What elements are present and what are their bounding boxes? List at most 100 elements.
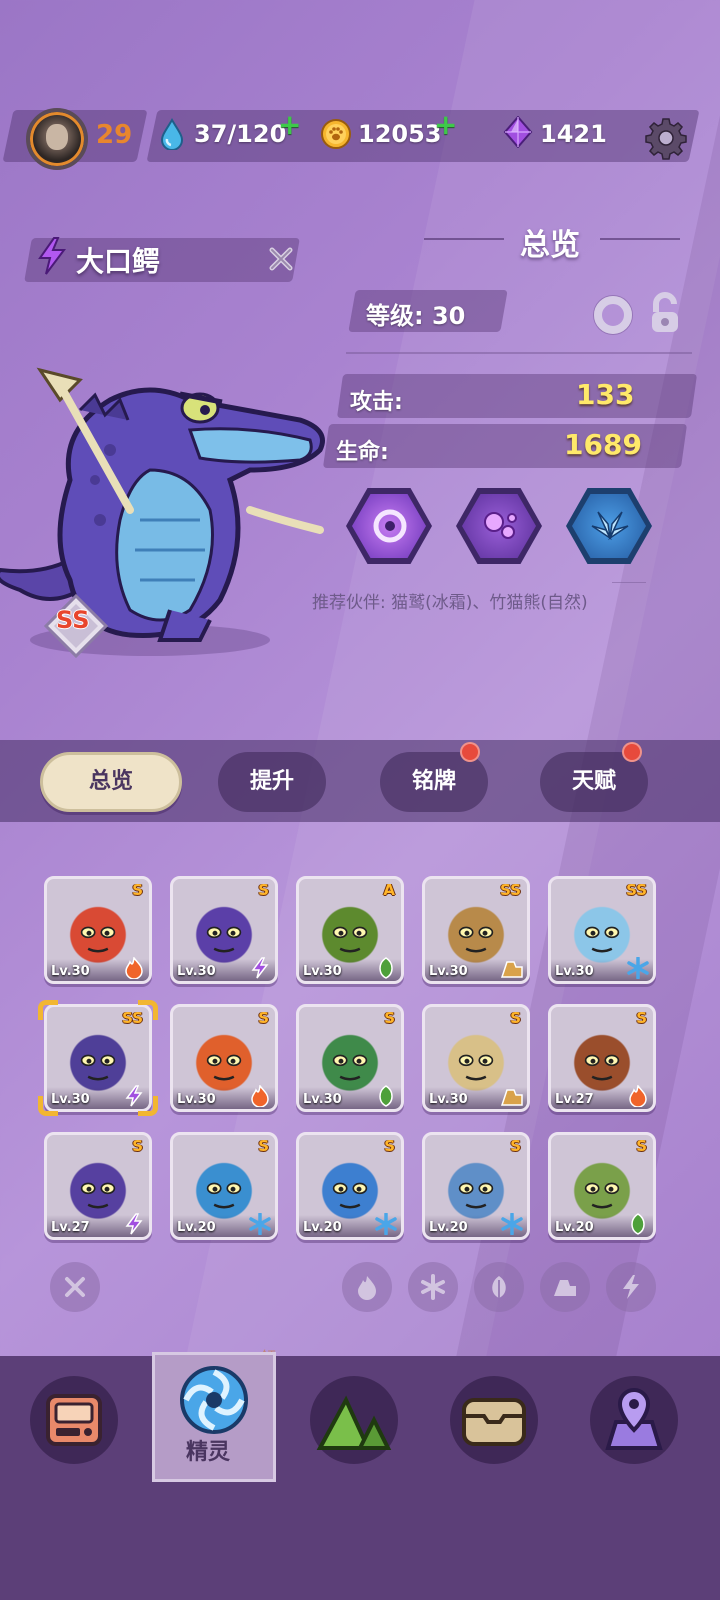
nav-shop-button[interactable] (30, 1376, 118, 1464)
hp-value: 1689 (564, 428, 642, 461)
pet-card[interactable]: Lv.27 S (44, 1132, 152, 1240)
pet-rank: S (636, 1137, 647, 1155)
ring-icon[interactable] (594, 296, 632, 334)
player-avatar[interactable] (26, 108, 88, 170)
selection-corner (138, 1096, 158, 1116)
pet-card[interactable]: Lv.30 S (422, 1004, 530, 1112)
filter-fire-button[interactable] (342, 1262, 392, 1312)
pet-rank: S (510, 1137, 521, 1155)
filter-leaf-button[interactable] (474, 1262, 524, 1312)
ice-icon (627, 957, 649, 979)
coins-value: 12053 (358, 120, 442, 148)
swirl-icon (373, 509, 407, 543)
talent-notification-dot (622, 742, 642, 762)
lightning-icon (623, 1275, 639, 1299)
pet-rank: S (132, 1137, 143, 1155)
filter-lightning-button[interactable] (606, 1262, 656, 1312)
close-icon (65, 1277, 85, 1297)
pet-card[interactable]: Lv.27 S (548, 1004, 656, 1112)
leaf-icon (379, 957, 393, 979)
shop-icon (46, 1394, 102, 1446)
overview-title: 总览 (520, 228, 580, 263)
pet-level: Lv.27 (555, 1092, 594, 1107)
earth-icon (501, 961, 523, 978)
pet-rank: A (383, 881, 395, 899)
ice-icon (421, 1274, 445, 1300)
title-ornament-right (600, 238, 680, 240)
nav-map-button[interactable] (590, 1376, 678, 1464)
unlock-icon[interactable] (646, 292, 684, 334)
nameplate-notification-dot (460, 742, 480, 762)
wings-icon (591, 511, 629, 541)
selection-corner (38, 1000, 58, 1020)
selection-corner (38, 1096, 58, 1116)
pet-rank: S (132, 881, 143, 899)
nav-world-button[interactable] (310, 1376, 398, 1464)
fire-icon (251, 1085, 269, 1107)
avatar-face (46, 124, 68, 150)
pet-card[interactable]: Lv.20 S (548, 1132, 656, 1240)
pet-rank: S (636, 1009, 647, 1027)
pet-card[interactable]: Lv.30 SS (44, 1004, 152, 1112)
leaf-icon (492, 1276, 506, 1298)
add-energy-button[interactable]: + (278, 108, 301, 141)
earth-icon (501, 1089, 523, 1106)
pet-rank: S (384, 1137, 395, 1155)
attack-label: 攻击: (350, 390, 403, 415)
pet-card[interactable]: Lv.30 S (170, 876, 278, 984)
gems-value: 1421 (540, 120, 607, 148)
pet-level-text: 等级: 30 (366, 302, 466, 330)
pet-card[interactable]: Lv.30 S (170, 1004, 278, 1112)
pet-level: Lv.30 (555, 964, 594, 979)
title-ornament-left (424, 238, 504, 240)
pet-card[interactable]: Lv.30 SS (548, 876, 656, 984)
pet-level: Lv.30 (429, 1092, 468, 1107)
ice-icon (249, 1213, 271, 1235)
filter-ice-button[interactable] (408, 1262, 458, 1312)
nav-bag-button[interactable] (450, 1376, 538, 1464)
chest-icon (462, 1398, 526, 1446)
purple-gem-icon (503, 116, 533, 148)
divider (346, 352, 692, 354)
pet-level: Lv.20 (429, 1220, 468, 1235)
pet-level: Lv.27 (51, 1220, 90, 1235)
settings-gear-icon[interactable] (644, 116, 688, 160)
pet-card[interactable]: Lv.20 S (296, 1132, 404, 1240)
pet-card[interactable]: Lv.20 S (422, 1132, 530, 1240)
pet-card[interactable]: Lv.30 S (296, 1004, 404, 1112)
spirit-swirl-icon (180, 1366, 248, 1434)
pet-rank-text: SS (56, 606, 90, 634)
pet-rank: S (258, 881, 269, 899)
tab-upgrade[interactable]: 提升 (218, 752, 326, 812)
add-coins-button[interactable]: + (434, 108, 457, 141)
pet-card[interactable]: Lv.30 A (296, 876, 404, 984)
paw-coin-icon (321, 119, 351, 149)
lightning-icon (125, 1213, 143, 1235)
pet-level: Lv.30 (177, 964, 216, 979)
lightning-icon (38, 237, 66, 275)
pet-rank: SS (626, 881, 647, 899)
pet-card[interactable]: Lv.30 SS (422, 876, 530, 984)
leaf-icon (379, 1085, 393, 1107)
filter-earth-button[interactable] (540, 1262, 590, 1312)
earth-icon (554, 1280, 576, 1296)
ice-icon (501, 1213, 523, 1235)
clear-filter-button[interactable] (50, 1262, 100, 1312)
selection-corner (138, 1000, 158, 1020)
pet-level: Lv.20 (303, 1220, 342, 1235)
pet-level: Lv.30 (429, 964, 468, 979)
bubbles-icon (484, 512, 517, 539)
pet-level: Lv.30 (303, 1092, 342, 1107)
nav-spirits-label: 精灵 (186, 1440, 231, 1465)
pet-level: Lv.20 (555, 1220, 594, 1235)
pet-card[interactable]: Lv.20 S (170, 1132, 278, 1240)
attack-value: 133 (576, 378, 635, 411)
pet-rank: S (384, 1009, 395, 1027)
leaf-icon (631, 1213, 645, 1235)
close-icon[interactable] (266, 244, 296, 274)
pet-card[interactable]: Lv.30 S (44, 876, 152, 984)
pet-rank: SS (500, 881, 521, 899)
fire-icon (358, 1276, 376, 1300)
tab-overview[interactable]: 总览 (40, 752, 182, 812)
pet-level: Lv.30 (51, 964, 90, 979)
